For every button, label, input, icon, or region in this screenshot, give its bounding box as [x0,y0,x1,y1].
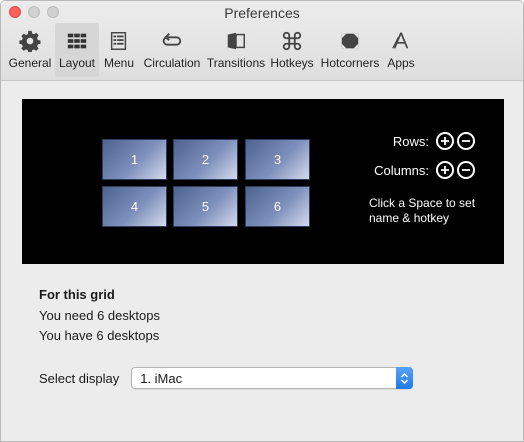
gear-icon [18,30,42,52]
tab-hotcorners-label: Hotcorners [320,56,380,70]
space-tile-1[interactable]: 1 [102,139,167,180]
display-select-value: 1. iMac [140,370,183,386]
display-selector-row: Select display 1. iMac [39,367,414,389]
add-column-button[interactable] [436,161,454,179]
menu-icon [107,30,131,52]
columns-label: Columns: [374,162,429,178]
apps-icon [389,30,413,52]
preferences-toolbar: General Layout Menu Circulation Transiti… [5,23,419,77]
desktops-needed-text: You need 6 desktops [39,308,160,323]
rows-control: Rows: [393,132,475,150]
space-hint-text: Click a Space to set name & hotkey [369,196,476,225]
tab-general-label: General [8,56,52,70]
select-display-label: Select display [39,370,120,386]
title-bar: Preferences General Layout Menu Circulat… [1,1,523,81]
minus-icon [462,169,470,171]
space-tile-2[interactable]: 2 [173,139,238,180]
display-select[interactable]: 1. iMac [131,367,414,389]
spaces-grid-panel: 1 2 3 4 5 6 Rows: Columns: Click a Space… [22,99,504,264]
grid-info-heading: For this grid [39,287,115,302]
space-tile-4[interactable]: 4 [102,186,167,227]
transitions-icon [224,30,248,52]
layout-pane: 1 2 3 4 5 6 Rows: Columns: Click a Space… [1,82,523,441]
space-tile-5[interactable]: 5 [173,186,238,227]
add-row-button[interactable] [436,132,454,150]
tab-layout[interactable]: Layout [55,23,99,77]
command-icon [280,30,304,52]
tab-hotkeys[interactable]: Hotkeys [267,23,317,77]
space-tile-6[interactable]: 6 [245,186,310,227]
tab-layout-label: Layout [58,56,96,70]
plus-icon [441,166,449,174]
tab-apps[interactable]: Apps [383,23,419,77]
columns-control: Columns: [374,161,475,179]
circulation-icon [160,30,184,52]
tab-transitions[interactable]: Transitions [205,23,267,77]
tab-transitions-label: Transitions [206,56,266,70]
hotcorners-icon [338,30,362,52]
remove-row-button[interactable] [457,132,475,150]
rows-label: Rows: [392,133,429,149]
tab-hotkeys-label: Hotkeys [270,56,314,70]
plus-icon [441,137,449,145]
grid-icon [65,30,89,52]
tab-menu-label: Menu [103,56,135,70]
preferences-window: Preferences General Layout Menu Circulat… [0,0,524,442]
grid-info: For this grid You need 6 desktops You ha… [39,285,160,346]
remove-column-button[interactable] [457,161,475,179]
tab-hotcorners[interactable]: Hotcorners [317,23,383,77]
tab-circulation-label: Circulation [143,56,201,70]
space-tile-3[interactable]: 3 [245,139,310,180]
window-title: Preferences [224,5,300,21]
tab-menu[interactable]: Menu [99,23,139,77]
minus-icon [462,140,470,142]
tab-circulation[interactable]: Circulation [139,23,205,77]
tab-apps-label: Apps [387,56,415,70]
select-stepper-icon [396,367,414,389]
desktops-have-text: You have 6 desktops [39,328,160,343]
tab-general[interactable]: General [5,23,55,77]
